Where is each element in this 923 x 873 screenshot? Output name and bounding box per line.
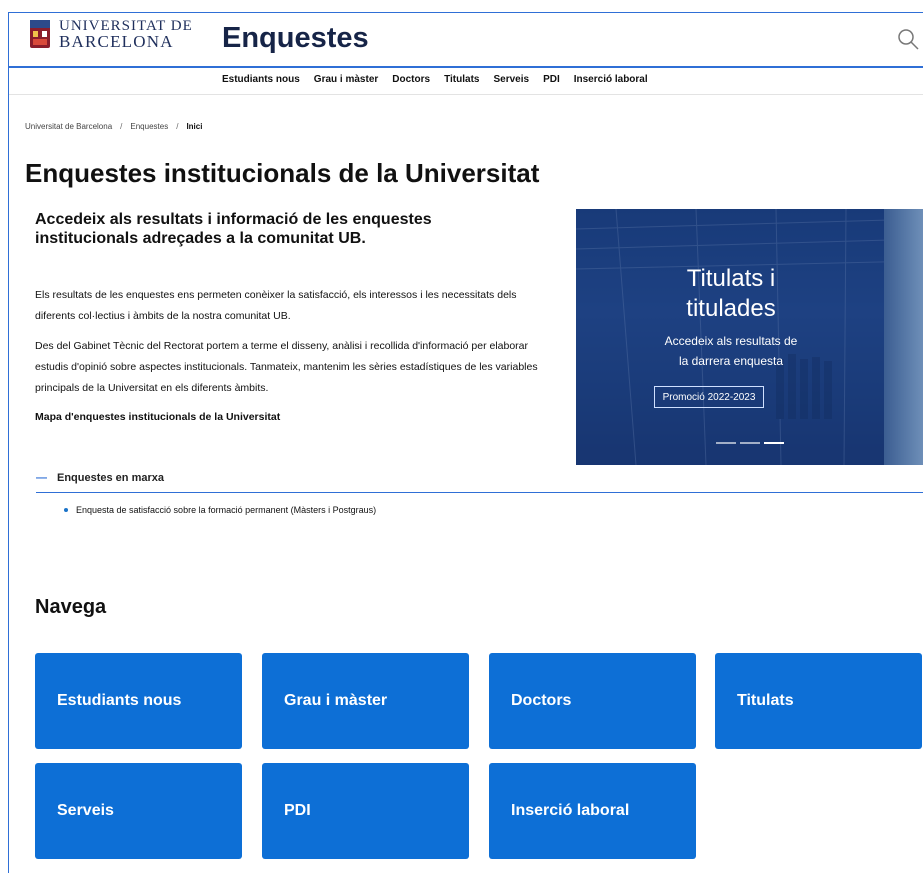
nav-item-titulats[interactable]: Titulats	[444, 74, 479, 85]
tile-grau-master[interactable]: Grau i màster	[262, 653, 469, 749]
carousel-dot[interactable]	[740, 442, 760, 444]
site-header: UNIVERSITAT DE BARCELONA Enquestes	[9, 13, 923, 68]
hero-subtitle-line1: Accedeix als resultats de	[664, 334, 798, 348]
breadcrumb-separator: /	[176, 122, 179, 131]
carousel-dot-active[interactable]	[764, 442, 784, 444]
ongoing-surveys-heading: Enquestes en marxa	[57, 472, 164, 484]
carousel-indicators	[716, 442, 784, 444]
list-item[interactable]: Enquesta de satisfacció sobre la formaci…	[64, 505, 376, 515]
survey-map-link[interactable]: Mapa d'enquestes institucionals de la Un…	[35, 411, 280, 423]
ongoing-surveys-header[interactable]: — Enquestes en marxa	[36, 472, 923, 493]
tile-doctors[interactable]: Doctors	[489, 653, 696, 749]
nav-item-pdi[interactable]: PDI	[543, 74, 560, 85]
tile-estudiants-nous[interactable]: Estudiants nous	[35, 653, 242, 749]
logo-line2: BARCELONA	[59, 32, 174, 51]
tile-serveis[interactable]: Serveis	[35, 763, 242, 859]
carousel-dot[interactable]	[716, 442, 736, 444]
ub-shield-icon	[30, 20, 50, 48]
frame-left-border	[8, 12, 9, 873]
nav-item-grau-master[interactable]: Grau i màster	[314, 74, 378, 85]
breadcrumb-separator: /	[120, 122, 123, 131]
intro-heading: Accedeix als resultats i informació de l…	[35, 211, 432, 247]
tile-titulats[interactable]: Titulats	[715, 653, 922, 749]
nav-item-doctors[interactable]: Doctors	[392, 74, 430, 85]
ub-logo[interactable]: UNIVERSITAT DE BARCELONA	[29, 18, 193, 50]
breadcrumb-item-enquestes[interactable]: Enquestes	[130, 122, 168, 131]
collapse-toggle-icon[interactable]: —	[36, 472, 47, 484]
tile-insercio-laboral[interactable]: Inserció laboral	[489, 763, 696, 859]
main-navigation: Estudiants nous Grau i màster Doctors Ti…	[9, 68, 923, 95]
hero-subtitle-line2: la darrera enquesta	[678, 354, 784, 368]
nav-item-serveis[interactable]: Serveis	[493, 74, 529, 85]
hero-carousel[interactable]: Titulats i titulades Accedeix als result…	[576, 209, 923, 465]
hero-title-line2: titulades	[686, 295, 776, 322]
hero-title-line1: Titulats i	[686, 265, 776, 292]
tile-pdi[interactable]: PDI	[262, 763, 469, 859]
breadcrumb-item-ub[interactable]: Universitat de Barcelona	[25, 122, 112, 131]
page-title: Enquestes institucionals de la Universit…	[25, 158, 540, 188]
site-title[interactable]: Enquestes	[222, 22, 369, 55]
nav-item-insercio-laboral[interactable]: Inserció laboral	[574, 74, 648, 85]
breadcrumb: Universitat de Barcelona / Enquestes / I…	[25, 122, 202, 131]
hero-promotion-button[interactable]: Promoció 2022-2023	[654, 386, 764, 408]
hero-next-slide-peek	[884, 209, 923, 465]
hero-title: Titulats i titulades	[631, 264, 831, 324]
search-icon[interactable]	[897, 28, 919, 50]
ongoing-survey-link[interactable]: Enquesta de satisfacció sobre la formaci…	[76, 505, 376, 515]
navega-heading: Navega	[35, 596, 107, 618]
bullet-icon	[64, 508, 68, 512]
intro-paragraph-1: Els resultats de les enquestes ens perme…	[35, 289, 517, 322]
breadcrumb-item-current: Inici	[186, 122, 203, 131]
hero-subtitle: Accedeix als resultats de la darrera enq…	[631, 331, 831, 371]
nav-item-estudiants-nous[interactable]: Estudiants nous	[222, 74, 300, 85]
intro-paragraph-2: Des del Gabinet Tècnic del Rectorat port…	[35, 340, 538, 394]
